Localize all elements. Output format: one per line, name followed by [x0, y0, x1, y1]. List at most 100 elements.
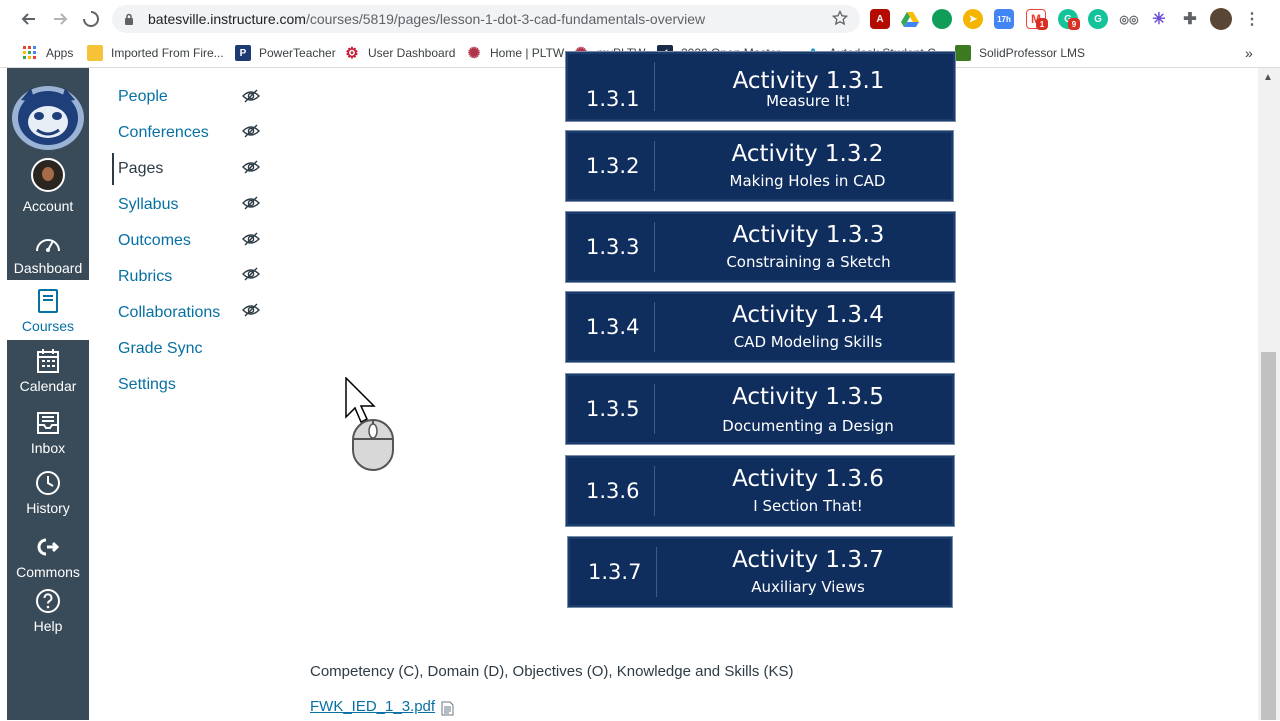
activity-subtitle: Auxiliary Views — [751, 578, 865, 596]
scroll-up-arrow-icon[interactable]: ▲ — [1263, 72, 1273, 83]
nav-courses[interactable]: Courses — [7, 280, 89, 340]
snowflake-extension-icon[interactable]: ✳ — [1149, 9, 1169, 29]
compass-extension-icon[interactable]: ➤ — [963, 9, 983, 29]
activity-number: 1.3.5 — [586, 397, 640, 421]
nav-label: Courses — [21, 318, 75, 334]
bookmark-label: User Dashboard — [368, 46, 456, 60]
activity-title: Activity 1.3.6 — [732, 466, 884, 492]
course-nav-people[interactable]: People — [118, 88, 168, 112]
competency-heading: Competency (C), Domain (D), Objectives (… — [310, 663, 794, 680]
activity-number: 1.3.2 — [586, 154, 640, 178]
bookmark-label: PowerTeacher — [259, 46, 336, 60]
gear-icon: ⚙ — [345, 45, 359, 62]
eye-slash-icon — [242, 89, 260, 103]
page-scrollbar[interactable]: ▲ — [1258, 68, 1280, 720]
activity-banner-1-3-6[interactable]: 1.3.6 Activity 1.3.6 I Section That! — [566, 456, 954, 526]
bookmark-label: Home | PLTW — [490, 46, 565, 60]
course-nav-rubrics[interactable]: Rubrics — [118, 268, 172, 292]
extensions-puzzle-icon[interactable]: ✚ — [1180, 9, 1200, 29]
nav-label: Inbox — [30, 440, 66, 456]
nav-calendar[interactable]: Calendar — [7, 346, 89, 404]
activity-banner-1-3-2[interactable]: 1.3.2 Activity 1.3.2 Making Holes in CAD — [566, 131, 953, 201]
divider — [654, 141, 655, 191]
activity-subtitle: Documenting a Design — [722, 417, 894, 435]
activity-number: 1.3.1 — [586, 87, 640, 111]
bookmark-label: Imported From Fire... — [111, 46, 224, 60]
activity-banner-1-3-7[interactable]: 1.3.7 Activity 1.3.7 Auxiliary Views — [568, 537, 952, 607]
activity-title: Activity 1.3.2 — [731, 141, 884, 167]
bookmark-user-dashboard[interactable]: ⚙ User Dashboard — [344, 44, 455, 62]
arrow-right-icon — [54, 13, 68, 25]
nav-commons[interactable]: Commons — [7, 532, 89, 590]
solidprofessor-icon — [955, 45, 971, 61]
course-nav-settings[interactable]: Settings — [118, 376, 176, 400]
nav-help[interactable]: Help — [7, 586, 89, 644]
nav-inbox[interactable]: Inbox — [7, 408, 89, 466]
bookmark-home-pltw[interactable]: ✺ Home | PLTW — [466, 44, 565, 62]
activity-subtitle: Making Holes in CAD — [729, 172, 886, 190]
divider — [654, 466, 655, 516]
nav-history[interactable]: History — [7, 468, 89, 526]
nav-dashboard[interactable]: Dashboard — [7, 228, 89, 284]
back-button[interactable] — [14, 4, 44, 34]
bookmark-star-icon[interactable] — [831, 9, 849, 31]
activity-number: 1.3.3 — [586, 235, 640, 259]
active-indicator — [112, 153, 114, 185]
acrobat-extension-icon[interactable]: A — [870, 9, 890, 29]
scrollbar-thumb[interactable] — [1261, 352, 1276, 720]
course-nav-grade-sync[interactable]: Grade Sync — [118, 340, 202, 364]
nav-label: Help — [33, 618, 63, 634]
file-preview-icon[interactable] — [441, 701, 454, 716]
course-nav-outcomes[interactable]: Outcomes — [118, 232, 191, 256]
divider — [654, 384, 655, 434]
folder-icon — [87, 45, 103, 61]
nav-label: Dashboard — [13, 260, 83, 276]
forward-button[interactable] — [45, 4, 75, 34]
nav-label: Commons — [16, 564, 80, 580]
stop-loading-button[interactable] — [76, 4, 106, 34]
activity-banner-1-3-1[interactable]: 1.3.1 Activity 1.3.1 Measure It! — [566, 52, 955, 121]
bookmark-powerteacher[interactable]: P PowerTeacher — [235, 44, 336, 62]
avatar — [31, 158, 65, 192]
course-nav-collaborations[interactable]: Collaborations — [118, 304, 220, 328]
activity-banner-1-3-5[interactable]: 1.3.5 Activity 1.3.5 Documenting a Desig… — [566, 374, 954, 444]
eye-slash-icon — [242, 303, 260, 317]
bookmark-solidprofessor[interactable]: SolidProfessor LMS — [955, 44, 1085, 62]
pdf-link[interactable]: FWK_IED_1_3.pdf — [310, 698, 435, 715]
divider — [656, 547, 657, 597]
eye-slash-icon — [242, 232, 260, 246]
apps-grid-icon — [22, 45, 38, 61]
course-nav-pages[interactable]: Pages — [118, 160, 163, 184]
calendar-icon — [33, 346, 63, 376]
bookmark-label: Apps — [46, 46, 74, 60]
school-logo[interactable] — [9, 80, 87, 152]
eye-slash-icon — [242, 160, 260, 174]
course-nav-syllabus[interactable]: Syllabus — [118, 196, 178, 220]
powerteacher-icon: P — [235, 45, 251, 61]
nav-label: Calendar — [19, 378, 77, 394]
activity-title: Activity 1.3.5 — [732, 384, 884, 410]
course-nav-conferences[interactable]: Conferences — [118, 124, 209, 148]
help-icon — [33, 586, 63, 616]
chrome-menu-icon[interactable]: ⋮ — [1242, 9, 1262, 29]
bookmark-apps[interactable]: Apps — [22, 44, 73, 62]
activity-title: Activity 1.3.3 — [732, 222, 885, 248]
url-text: batesville.instructure.com/courses/5819/… — [148, 11, 705, 27]
divider — [654, 302, 655, 352]
calendar-extension-icon[interactable]: 17h — [994, 9, 1014, 29]
bookmarks-overflow-button[interactable]: » — [1245, 44, 1253, 62]
grammarly-badge: 9 — [1068, 18, 1080, 30]
google-drive-extension-icon[interactable] — [900, 9, 920, 29]
profile-avatar[interactable] — [1210, 8, 1232, 30]
grammarly-g-extension-icon[interactable]: G — [1088, 9, 1108, 29]
address-bar[interactable]: batesville.instructure.com/courses/5819/… — [112, 5, 860, 33]
activity-banner-1-3-3[interactable]: 1.3.3 Activity 1.3.3 Constraining a Sket… — [566, 212, 955, 282]
bookmark-imported[interactable]: Imported From Fire... — [87, 44, 224, 62]
owl-extension-icon[interactable]: ◎◎ — [1119, 9, 1139, 29]
nav-account[interactable]: Account — [7, 158, 89, 216]
green-circle-extension-icon[interactable] — [932, 9, 952, 29]
mouse-pointer-overlay — [345, 376, 401, 477]
activity-number: 1.3.6 — [586, 479, 640, 503]
activity-title: Activity 1.3.7 — [732, 547, 884, 573]
activity-banner-1-3-4[interactable]: 1.3.4 Activity 1.3.4 CAD Modeling Skills — [566, 292, 954, 362]
